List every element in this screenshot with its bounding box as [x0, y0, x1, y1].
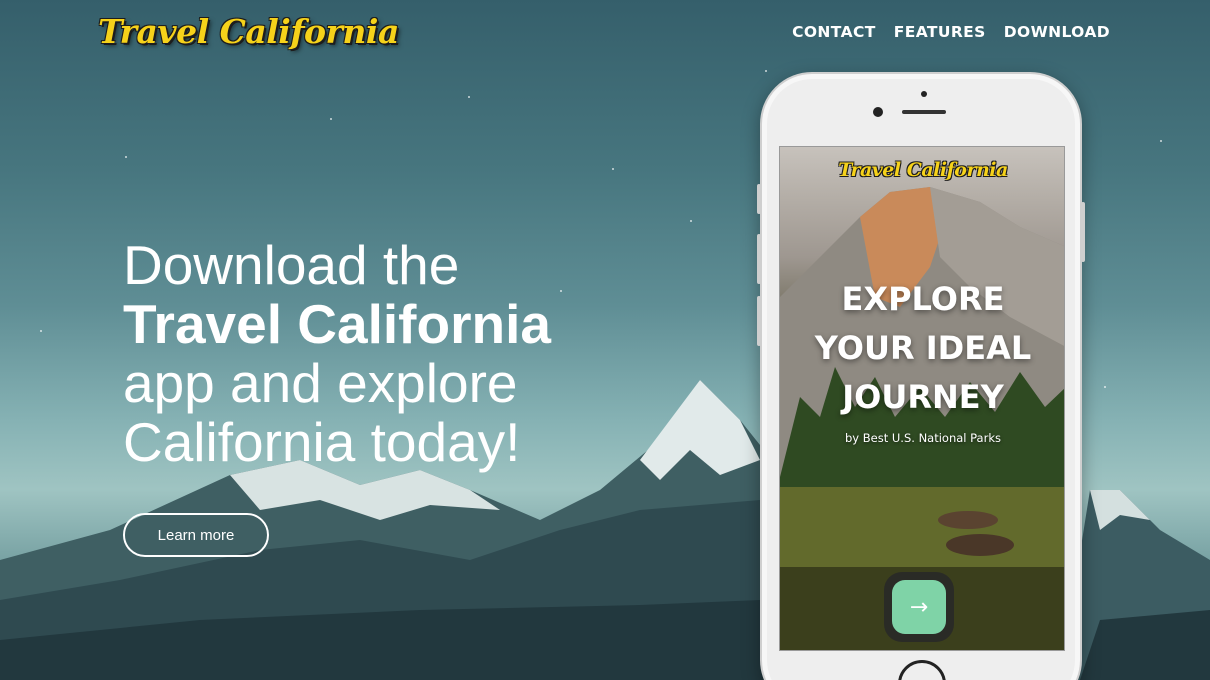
phone-home-button	[898, 660, 946, 680]
hero-section: Travel California CONTACT FEATURES DOWNL…	[0, 0, 1210, 680]
headline-line-3: app and explore	[123, 352, 518, 414]
screen-title-line-3: JOURNEY	[842, 378, 1004, 416]
top-nav: CONTACT FEATURES DOWNLOAD	[792, 23, 1110, 41]
phone-volume-up	[757, 234, 761, 284]
screen-title: EXPLORE YOUR IDEAL JOURNEY	[780, 275, 1064, 422]
phone-mockup: Travel California EXPLORE YOUR IDEAL JOU…	[757, 72, 1085, 680]
arrow-right-icon: →	[892, 580, 946, 634]
hero-headline: Download the Travel California app and e…	[123, 236, 593, 472]
learn-more-button[interactable]: Learn more	[123, 513, 269, 557]
screen-logo: Travel California	[838, 159, 1008, 181]
phone-side-button	[757, 184, 761, 214]
nav-link-features[interactable]: FEATURES	[894, 23, 986, 41]
screen-title-line-1: EXPLORE	[841, 280, 1005, 318]
phone-camera	[873, 107, 883, 117]
phone-screen: Travel California EXPLORE YOUR IDEAL JOU…	[779, 146, 1065, 651]
nav-link-download[interactable]: DOWNLOAD	[1004, 23, 1110, 41]
phone-volume-down	[757, 296, 761, 346]
screen-title-line-2: YOUR IDEAL	[814, 329, 1032, 367]
screen-next-button[interactable]: →	[884, 572, 954, 642]
site-logo[interactable]: Travel California	[98, 12, 399, 51]
nav-link-contact[interactable]: CONTACT	[792, 23, 876, 41]
headline-line-2: Travel California	[123, 293, 551, 355]
headline-line-4: California today!	[123, 411, 521, 473]
screen-subtitle: by Best U.S. National Parks	[845, 431, 1001, 445]
headline-line-1: Download the	[123, 234, 460, 296]
phone-power-button	[1081, 202, 1085, 262]
phone-speaker	[902, 110, 946, 114]
phone-sensor	[921, 91, 927, 97]
